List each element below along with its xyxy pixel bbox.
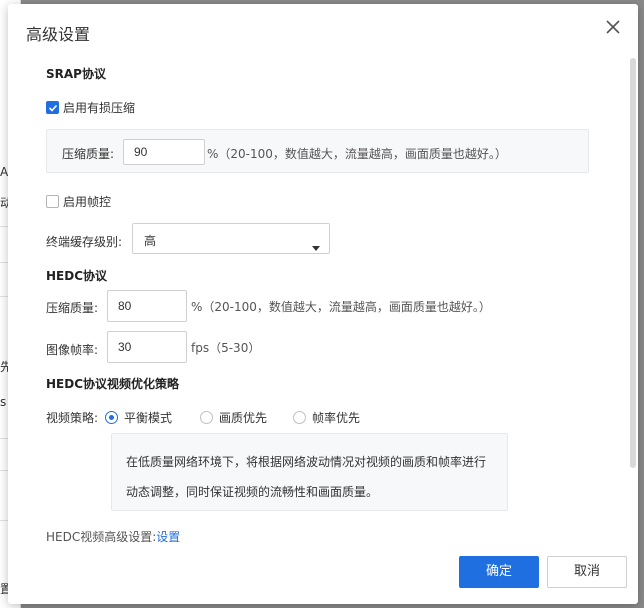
radio-label: 帧率优先	[312, 411, 361, 425]
lossy-compression-label: 启用有损压缩	[63, 101, 136, 115]
frame-rate-hint: fps（5-30）	[191, 341, 261, 355]
terminal-cache-label: 终端缓存级别:	[46, 235, 123, 249]
frame-control-label: 启用帧控	[63, 195, 112, 209]
video-strategy-label: 视频策略:	[46, 411, 99, 425]
advanced-settings-dialog: 高级设置 SRAP协议 启用有损压缩 压缩质量: %（20-100，数值越大，流…	[8, 4, 638, 604]
radio-balanced-mode[interactable]: 平衡模式	[105, 409, 172, 426]
checkbox-unchecked-icon[interactable]	[46, 195, 59, 208]
strategy-description-box: 在低质量网络环境下，将根据网络波动情况对视频的画质和帧率进行 动态调整，同时保证…	[111, 433, 508, 511]
terminal-cache-select[interactable]: 高	[132, 223, 330, 254]
hedc-compression-quality-hint: %（20-100，数值越大，流量越高，画面质量也越好。）	[191, 300, 491, 314]
strategy-section-title: HEDC协议视频优化策略	[46, 377, 180, 391]
hedc-section-title: HEDC协议	[46, 269, 108, 283]
srap-compression-quality-hint: %（20-100，数值越大，流量越高，画面质量也越好。）	[207, 147, 507, 161]
hedc-compression-quality-label: 压缩质量:	[46, 301, 99, 315]
hedc-compression-quality-input[interactable]	[107, 290, 187, 322]
cancel-button[interactable]: 取消	[547, 556, 627, 588]
strategy-description-line: 动态调整，同时保证视频的流畅性和画面质量。	[126, 485, 379, 499]
checkbox-checked-icon[interactable]	[46, 101, 59, 114]
srap-compression-quality-input[interactable]	[123, 139, 205, 165]
hedc-advanced-settings-text: HEDC视频高级设置:	[46, 530, 157, 544]
close-icon[interactable]	[604, 18, 622, 36]
hedc-advanced-settings-label: HEDC视频高级设置:设置	[46, 528, 180, 545]
radio-selected-icon[interactable]	[105, 411, 118, 424]
radio-label: 画质优先	[219, 411, 268, 425]
radio-quality-priority[interactable]: 画质优先	[200, 409, 267, 426]
lossy-compression-checkbox[interactable]: 启用有损压缩	[46, 99, 135, 116]
background-text: s	[0, 395, 7, 409]
radio-unselected-icon[interactable]	[293, 411, 306, 424]
strategy-description-line: 在低质量网络环境下，将根据网络波动情况对视频的画质和帧率进行	[126, 455, 487, 469]
caret-down-icon	[312, 236, 320, 255]
srap-compression-quality-label: 压缩质量:	[62, 147, 115, 161]
frame-control-checkbox[interactable]: 启用帧控	[46, 193, 111, 210]
frame-rate-input[interactable]	[107, 331, 187, 363]
scrollbar-thumb[interactable]	[630, 58, 636, 468]
confirm-button[interactable]: 确定	[459, 556, 539, 588]
dialog-title: 高级设置	[26, 25, 91, 44]
settings-link[interactable]: 设置	[156, 530, 180, 544]
radio-label: 平衡模式	[124, 411, 173, 425]
terminal-cache-value: 高	[144, 234, 157, 248]
radio-unselected-icon[interactable]	[200, 411, 213, 424]
background-text: A	[0, 165, 9, 179]
radio-framerate-priority[interactable]: 帧率优先	[293, 409, 360, 426]
frame-rate-label: 图像帧率:	[46, 343, 99, 357]
srap-section-title: SRAP协议	[46, 67, 106, 81]
